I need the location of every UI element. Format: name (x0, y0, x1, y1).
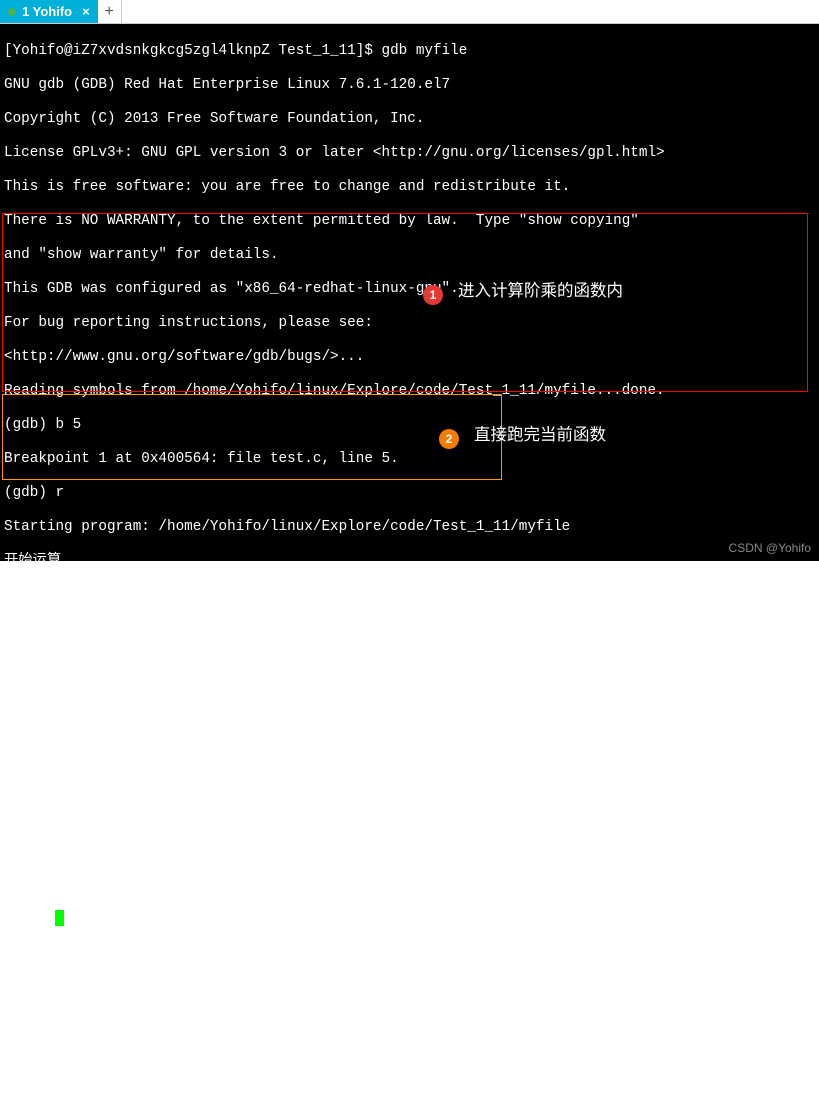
terminal-line: 5 int fac = 0; (4, 672, 815, 689)
terminal-line: Reading symbols from /home/Yohifo/linux/… (4, 383, 815, 400)
watermark: CSDN @Yohifo (729, 540, 811, 557)
terminal-line: 23 int fac = getFac(5); (4, 842, 815, 859)
close-icon[interactable]: × (82, 4, 90, 19)
tab-bar: 1 Yohifo × + (0, 0, 819, 24)
terminal-line: Copyright (C) 2013 Free Software Foundat… (4, 111, 815, 128)
new-tab-button[interactable]: + (98, 0, 122, 23)
terminal-line: <http://www.gnu.org/software/gdb/bugs/>.… (4, 349, 815, 366)
terminal-line: (gdb) finish (4, 740, 815, 757)
badge-1: 1 (423, 285, 443, 305)
terminal-line: Breakpoint 1, getFac (n=5) at test.c:5 (4, 604, 815, 621)
terminal-line: 开始运算 (4, 553, 815, 570)
terminal-line: License GPLv3+: GNU GPL version 3 or lat… (4, 145, 815, 162)
terminal-line: Run till exit from #0 getFac (n=5) at te… (4, 774, 815, 791)
terminal-line: Value returned is $1 = 153 (4, 876, 815, 893)
cursor-icon (55, 910, 64, 926)
terminal-line: (gdb) r (4, 485, 815, 502)
connection-status-icon (8, 8, 16, 16)
tab-label: 1 Yohifo (22, 4, 72, 19)
terminal-line: For bug reporting instructions, please s… (4, 315, 815, 332)
badge-2: 2 (439, 429, 459, 449)
terminal-prompt: (gdb) (4, 910, 815, 927)
terminal-line: warning: Source file is more recent than… (4, 638, 815, 655)
terminal-line: Missing separate debuginfos, use: debugi… (4, 706, 815, 723)
terminal-line: There is NO WARRANTY, to the extent perm… (4, 213, 815, 230)
terminal-line: [Yohifo@iZ7xvdsnkgkcg5zgl4lknpZ Test_1_1… (4, 43, 815, 60)
terminal-line: This is free software: you are free to c… (4, 179, 815, 196)
tab-active[interactable]: 1 Yohifo × (0, 0, 98, 23)
terminal-line: Breakpoint 1 at 0x400564: file test.c, l… (4, 451, 815, 468)
annotation-2: 直接跑完当前函数 (474, 427, 606, 444)
terminal-line: Starting program: /home/Yohifo/linux/Exp… (4, 519, 815, 536)
terminal-output[interactable]: [Yohifo@iZ7xvdsnkgkcg5zgl4lknpZ Test_1_1… (0, 24, 819, 561)
terminal-line: GNU gdb (GDB) Red Hat Enterprise Linux 7… (4, 77, 815, 94)
terminal-line: (gdb) b 5 (4, 417, 815, 434)
annotation-1: 进入计算阶乘的函数内 (458, 283, 623, 300)
terminal-line: 0x00000000004005cd in main () at test.c:… (4, 808, 815, 825)
terminal-line: This GDB was configured as "x86_64-redha… (4, 281, 815, 298)
terminal-line: and "show warranty" for details. (4, 247, 815, 264)
